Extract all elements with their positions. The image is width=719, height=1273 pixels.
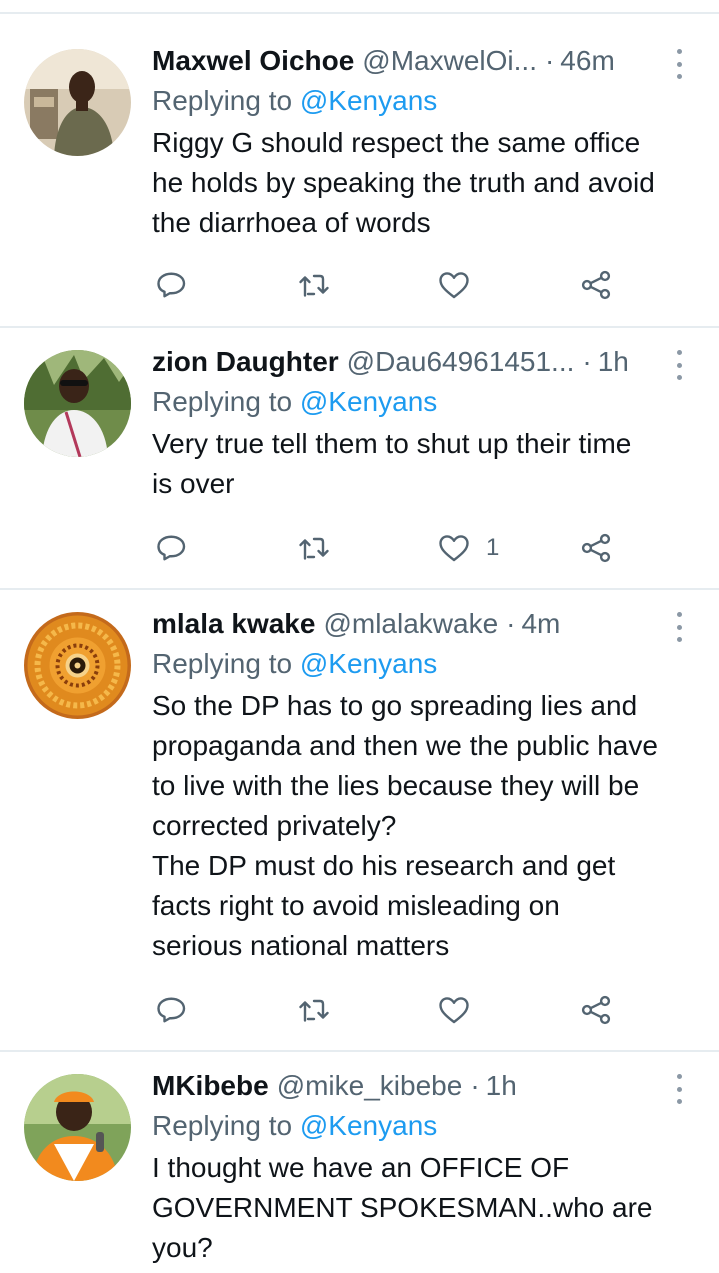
- action-bar: [152, 265, 622, 305]
- retweet-icon: [299, 999, 329, 1022]
- separator-dot: ·: [506, 608, 516, 639]
- more-options-icon[interactable]: [673, 350, 685, 380]
- top-divider: [0, 12, 719, 14]
- replying-to-label: Replying to: [152, 1110, 293, 1141]
- tweet-card[interactable]: MKibebe @mike_kibebe · 1h Replying to @K…: [0, 1052, 719, 1273]
- retweet-button[interactable]: [296, 528, 332, 568]
- reply-button[interactable]: [154, 265, 190, 305]
- action-bar: 1: [152, 528, 622, 568]
- reply-button[interactable]: [154, 990, 190, 1030]
- tweet-text: Very true tell them to shut up their tim…: [152, 428, 632, 499]
- mention-link[interactable]: @Kenyans: [300, 648, 437, 679]
- avatar[interactable]: [24, 49, 131, 156]
- heart-icon: [439, 997, 469, 1024]
- mention-link[interactable]: @Kenyans: [300, 386, 437, 417]
- display-name[interactable]: mlala kwake: [152, 604, 315, 644]
- avatar-image: [24, 1074, 131, 1181]
- like-button[interactable]: 1: [436, 528, 499, 568]
- reply-icon: [157, 272, 186, 298]
- reply-icon: [157, 997, 186, 1023]
- timestamp[interactable]: 46m: [560, 41, 614, 81]
- user-handle[interactable]: @Dau64961451...: [347, 342, 575, 382]
- replying-to-line: Replying to @Kenyans: [152, 1106, 699, 1146]
- mention-link[interactable]: @Kenyans: [300, 85, 437, 116]
- separator-dot: ·: [582, 346, 592, 377]
- share-icon: [581, 533, 611, 563]
- like-count: 1: [486, 534, 500, 561]
- replying-to-line: Replying to @Kenyans: [152, 81, 699, 121]
- like-button[interactable]: [436, 990, 486, 1030]
- timestamp[interactable]: 4m: [521, 604, 560, 644]
- replying-to-label: Replying to: [152, 85, 293, 116]
- avatar-image: [24, 49, 131, 156]
- user-handle[interactable]: @mlalakwake: [323, 604, 498, 644]
- tweet-header: Maxwel Oichoe @MaxwelOi... · 46m: [152, 41, 699, 81]
- replying-to-line: Replying to @Kenyans: [152, 644, 699, 684]
- more-options-icon[interactable]: [673, 1074, 685, 1104]
- tweet-card[interactable]: mlala kwake @mlalakwake · 4m Replying to…: [0, 590, 719, 1052]
- heart-icon: [439, 535, 469, 562]
- display-name[interactable]: Maxwel Oichoe: [152, 41, 354, 81]
- action-bar: [152, 990, 622, 1030]
- timestamp[interactable]: 1h: [598, 342, 629, 382]
- tweet-text: Riggy G should respect the same office h…: [152, 127, 655, 238]
- separator-dot: ·: [544, 45, 555, 76]
- tweet-header: mlala kwake @mlalakwake · 4m: [152, 604, 699, 644]
- replying-to-label: Replying to: [152, 648, 293, 679]
- more-options-icon[interactable]: [673, 49, 685, 79]
- reply-icon: [157, 535, 186, 561]
- separator-dot: ·: [470, 1070, 480, 1101]
- share-icon: [581, 270, 611, 300]
- share-button[interactable]: [578, 990, 614, 1030]
- avatar[interactable]: [24, 1074, 131, 1181]
- like-button[interactable]: [436, 265, 486, 305]
- retweet-button[interactable]: [296, 990, 332, 1030]
- share-icon: [581, 995, 611, 1025]
- tweet-card[interactable]: Maxwel Oichoe @MaxwelOi... · 46m Replyin…: [0, 25, 719, 328]
- avatar[interactable]: [24, 350, 131, 457]
- tweet-text: So the DP has to go spreading lies and p…: [152, 690, 658, 961]
- display-name[interactable]: zion Daughter: [152, 342, 339, 382]
- user-handle[interactable]: @mike_kibebe: [277, 1066, 463, 1106]
- retweet-icon: [299, 537, 329, 560]
- replying-to-label: Replying to: [152, 386, 293, 417]
- replying-to-line: Replying to @Kenyans: [152, 382, 699, 422]
- reply-button[interactable]: [154, 528, 190, 568]
- share-button[interactable]: [578, 265, 614, 305]
- mention-link[interactable]: @Kenyans: [300, 1110, 437, 1141]
- tweet-text: I thought we have an OFFICE OF GOVERNMEN…: [152, 1152, 653, 1263]
- avatar-image: [24, 350, 131, 457]
- display-name[interactable]: MKibebe: [152, 1066, 269, 1106]
- tweet-card[interactable]: zion Daughter @Dau64961451... · 1h Reply…: [0, 328, 719, 590]
- retweet-button[interactable]: [296, 265, 332, 305]
- retweet-icon: [299, 274, 329, 297]
- avatar-image: [24, 612, 131, 719]
- tweet-header: zion Daughter @Dau64961451... · 1h: [152, 342, 699, 382]
- user-handle[interactable]: @MaxwelOi...: [362, 41, 537, 81]
- avatar[interactable]: [24, 612, 131, 719]
- tweet-header: MKibebe @mike_kibebe · 1h: [152, 1066, 699, 1106]
- heart-icon: [439, 272, 469, 299]
- timestamp[interactable]: 1h: [486, 1066, 517, 1106]
- more-options-icon[interactable]: [673, 612, 685, 642]
- share-button[interactable]: [578, 528, 614, 568]
